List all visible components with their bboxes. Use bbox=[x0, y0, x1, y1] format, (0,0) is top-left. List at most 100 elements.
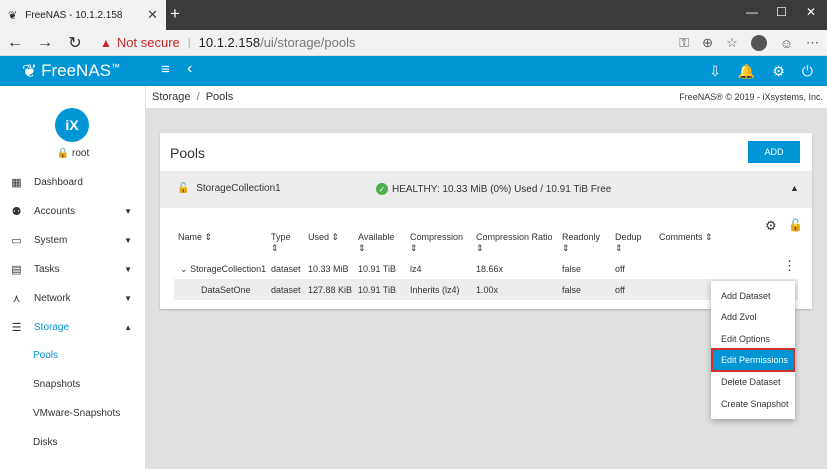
pool-health-text: HEALTHY: 10.33 MiB (0%) Used / 10.91 TiB… bbox=[392, 183, 612, 195]
column-header-label: Comments bbox=[659, 232, 703, 242]
column-header-label: Readonly bbox=[562, 232, 601, 242]
column-header-readonly[interactable]: Readonly ⇕ bbox=[562, 232, 600, 254]
sidebar-item-label: Network bbox=[34, 293, 71, 304]
sidebar-subitem-vmware-snapshots[interactable]: VMware-Snapshots bbox=[0, 399, 146, 428]
dataset-name: StorageCollection1 bbox=[190, 264, 267, 274]
dataset-compression: lz4 bbox=[410, 264, 422, 274]
column-header-label: Compression Ratio bbox=[476, 232, 553, 242]
pool-encryption-lock-icon[interactable]: 🔓 bbox=[788, 218, 803, 232]
column-header-type[interactable]: Type ⇕ bbox=[271, 232, 291, 254]
dataset-name: DataSetOne bbox=[201, 285, 251, 295]
column-header-available[interactable]: Available ⇕ bbox=[358, 232, 394, 254]
accounts-icon: ⚉ bbox=[11, 206, 22, 218]
chevron-up-icon[interactable]: ▲ bbox=[790, 183, 799, 193]
power-icon[interactable]: ⏻ bbox=[802, 63, 813, 80]
key-icon[interactable]: ⚿ bbox=[679, 35, 689, 51]
column-header-name[interactable]: Name ⇕ bbox=[178, 232, 212, 243]
dataset-compression: Inherits (lz4) bbox=[410, 285, 460, 295]
column-header-comments[interactable]: Comments ⇕ bbox=[659, 232, 713, 243]
emoji-icon[interactable]: ☺ bbox=[780, 36, 793, 51]
menu-item-edit-permissions[interactable]: Edit Permissions bbox=[711, 348, 795, 372]
sidebar-item-accounts[interactable]: ⚉ Accounts ▼ bbox=[0, 197, 146, 226]
pool-name: 🔓 StorageCollection1 bbox=[177, 183, 281, 194]
menu-item-add-dataset[interactable]: Add Dataset bbox=[711, 285, 795, 307]
dataset-available: 10.91 TiB bbox=[358, 285, 397, 295]
tab-close-icon[interactable]: ✕ bbox=[147, 7, 158, 23]
zoom-icon[interactable]: ⊕ bbox=[702, 35, 713, 51]
pool-health-status: ✓ HEALTHY: 10.33 MiB (0%) Used / 10.91 T… bbox=[376, 183, 611, 195]
breadcrumb-storage[interactable]: Storage bbox=[152, 91, 191, 103]
sidebar-item-label: Dashboard bbox=[34, 177, 83, 188]
sidebar-subitem-snapshots[interactable]: Snapshots bbox=[0, 370, 146, 399]
url-field[interactable]: 10.1.2.158/ui/storage/pools bbox=[199, 35, 356, 50]
address-bar: ← → ↻ ▲ Not secure | 10.1.2.158/ui/stora… bbox=[0, 30, 827, 56]
lock-icon: 🔒 bbox=[56, 148, 70, 159]
refresh-icon[interactable]: ↻ bbox=[60, 33, 90, 53]
menu-item-delete-dataset[interactable]: Delete Dataset bbox=[711, 371, 795, 393]
pool-settings-gear-icon[interactable]: ⚙ bbox=[765, 218, 777, 234]
copyright-link[interactable]: FreeNAS® © 2019 - iXsystems, Inc. bbox=[679, 92, 823, 102]
dataset-type: dataset bbox=[271, 264, 301, 274]
profile-avatar[interactable] bbox=[750, 35, 767, 51]
column-header-label: Type bbox=[271, 232, 291, 242]
sidebar-item-label: System bbox=[34, 235, 68, 246]
sidebar-item-system[interactable]: ▭ System ▼ bbox=[0, 226, 146, 255]
favorite-star-icon[interactable]: ☆ bbox=[726, 35, 738, 51]
row-actions-kebab-icon[interactable]: ⋮ bbox=[783, 258, 796, 274]
menu-item-create-snapshot[interactable]: Create Snapshot bbox=[711, 393, 795, 415]
not-secure-label[interactable]: Not secure bbox=[117, 35, 180, 50]
column-header-dedup[interactable]: Dedup ⇕ bbox=[615, 232, 642, 254]
collapse-sidebar-icon[interactable]: ‹ bbox=[187, 60, 192, 78]
new-tab-button[interactable]: + bbox=[170, 4, 180, 24]
add-pool-button[interactable]: ADD bbox=[748, 141, 800, 163]
breadcrumb-pools: Pools bbox=[205, 91, 234, 103]
chevron-down-icon: ▼ bbox=[124, 294, 132, 303]
back-arrow-icon[interactable]: ← bbox=[0, 34, 30, 52]
menu-item-edit-options[interactable]: Edit Options bbox=[711, 328, 795, 350]
browser-tab[interactable]: ❦ FreeNAS - 10.1.2.158 ✕ bbox=[0, 0, 166, 30]
sidebar-item-dashboard[interactable]: ▦ Dashboard bbox=[0, 168, 146, 197]
sidebar-item-network[interactable]: ⋏ Network ▼ bbox=[0, 284, 146, 313]
dataset-ratio: 1.00x bbox=[476, 285, 499, 295]
menu-item-add-zvol[interactable]: Add Zvol bbox=[711, 306, 795, 328]
column-header-compression-ratio[interactable]: Compression Ratio ⇕ bbox=[476, 232, 553, 254]
maximize-button[interactable]: ☐ bbox=[776, 5, 787, 19]
dataset-readonly: false bbox=[562, 285, 582, 295]
pool-name-label: StorageCollection1 bbox=[196, 183, 281, 194]
dataset-available: 10.91 TiB bbox=[358, 264, 397, 274]
expand-chevron-icon[interactable]: ⌄ bbox=[180, 264, 188, 274]
breadcrumb: Storage / Pools bbox=[152, 91, 233, 103]
minimize-button[interactable]: — bbox=[746, 5, 758, 19]
column-header-label: Used bbox=[308, 232, 330, 242]
updates-icon[interactable]: ⇩ bbox=[709, 63, 721, 80]
more-icon[interactable]: ⋯ bbox=[806, 35, 819, 51]
menu-toggle-icon[interactable]: ≡ bbox=[161, 61, 170, 78]
table-row[interactable]: ⌄ StorageCollection1 bbox=[180, 264, 266, 275]
dataset-readonly: false bbox=[562, 264, 582, 274]
freenas-brand[interactable]: ❦ FreeNAS ™ bbox=[0, 56, 146, 86]
warning-icon: ▲ bbox=[100, 35, 112, 50]
sidebar-subitem-pools[interactable]: Pools bbox=[0, 341, 146, 370]
brand-name: FreeNAS bbox=[41, 61, 112, 80]
forward-arrow-icon[interactable]: → bbox=[30, 34, 60, 52]
address-bar-icons: ⚿ ⊕ ☆ ☺ ⋯ bbox=[679, 30, 819, 56]
column-header-label: Compression bbox=[410, 232, 464, 242]
sidebar-subitem-disks[interactable]: Disks bbox=[0, 428, 146, 457]
url-path: /ui/storage/pools bbox=[260, 35, 356, 50]
chevron-down-icon: ▼ bbox=[124, 236, 132, 245]
alerts-bell-icon[interactable]: 🔔 bbox=[738, 63, 755, 80]
dataset-ratio: 18.66x bbox=[476, 264, 504, 274]
close-window-button[interactable]: ✕ bbox=[806, 5, 816, 19]
sidebar-item-storage[interactable]: ☰ Storage ▲ bbox=[0, 313, 146, 342]
sidebar-item-tasks[interactable]: ▤ Tasks ▼ bbox=[0, 255, 146, 284]
dataset-type: dataset bbox=[271, 285, 301, 295]
address-separator: | bbox=[187, 36, 191, 49]
chevron-down-icon: ▼ bbox=[124, 265, 132, 274]
header-actions: ⇩ 🔔 ⚙ ⏻ bbox=[709, 56, 813, 86]
column-header-used[interactable]: Used ⇕ bbox=[308, 232, 339, 243]
column-header-compression[interactable]: Compression ⇕ bbox=[410, 232, 463, 254]
freenas-logo-icon: ❦ bbox=[22, 60, 38, 81]
chevron-up-icon: ▲ bbox=[124, 323, 132, 332]
system-icon: ▭ bbox=[11, 235, 22, 247]
settings-gear-icon[interactable]: ⚙ bbox=[772, 63, 785, 80]
